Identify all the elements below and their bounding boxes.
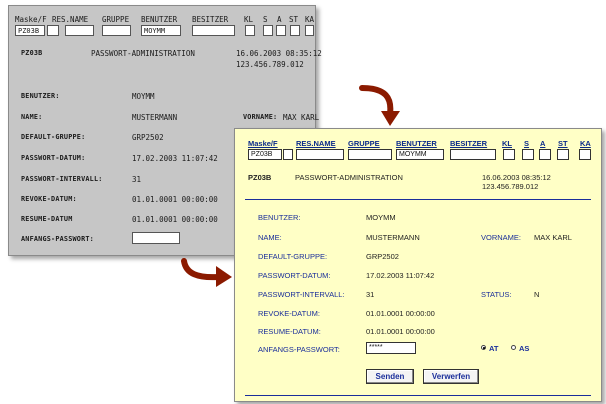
label-passwort-intervall: PASSWORT-INTERVALL: (258, 290, 345, 299)
radio-as-label: AS (519, 344, 530, 353)
header-label-s: S (524, 139, 530, 148)
ka-input[interactable] (305, 25, 314, 36)
label-revoke-datum: REVOKE-DATUM: (258, 309, 320, 318)
label-passwort-datum: PASSWORT-DATUM: (21, 154, 86, 162)
value-default-gruppe: GRP2502 (132, 133, 164, 142)
s-input[interactable] (263, 25, 273, 36)
divider (245, 199, 591, 200)
header-label-benutzer: BENUTZER (141, 15, 178, 24)
benutzer-input[interactable]: MOYMM (396, 149, 444, 160)
value-benutzer: MOYMM (366, 213, 396, 222)
header-label-gruppe: GRUPPE (102, 15, 130, 24)
besitzer-input[interactable] (450, 149, 496, 160)
label-default-gruppe: DEFAULT-GRUPPE: (258, 252, 328, 261)
value-revoke-datum: 01.01.0001 00:00:00 (366, 309, 435, 318)
radio-as[interactable] (511, 345, 516, 350)
a-input[interactable] (276, 25, 286, 36)
value-vorname: MAX KARL (534, 233, 572, 242)
value-vorname: MAX KARL (283, 113, 320, 122)
datetime: 16.06.2003 08:35:12 (236, 49, 322, 58)
web-screen: Maske/F RES.NAME GRUPPE BENUTZER BESITZE… (234, 128, 602, 402)
label-benutzer: BENUTZER: (258, 213, 301, 222)
st-input[interactable] (290, 25, 300, 36)
label-default-gruppe: DEFAULT-GRUPPE: (21, 133, 86, 141)
header-label-benutzer: BENUTZER (396, 139, 437, 148)
value-passwort-intervall: 31 (366, 290, 375, 299)
label-revoke-datum: REVOKE-DATUM: (21, 195, 77, 203)
value-passwort-intervall: 31 (132, 175, 142, 184)
radio-at-label: AT (489, 344, 499, 353)
send-button[interactable]: Senden (366, 369, 414, 384)
label-anfangs-passwort: ANFANGS-PASSWORT: (21, 235, 94, 243)
screen-title: PASSWORT-ADMINISTRATION (91, 49, 195, 58)
radio-at[interactable] (481, 345, 486, 350)
value-revoke-datum: 01.01.0001 00:00:00 (132, 195, 218, 204)
maske-f-input[interactable] (47, 25, 59, 36)
ip-address: 123.456.789.012 (482, 182, 539, 191)
header-label-besitzer: BESITZER (450, 139, 488, 148)
header-label-st: ST (289, 15, 299, 24)
header-label-s: S (263, 15, 268, 24)
mask-code: PZ03B (248, 173, 272, 182)
label-vorname: VORNAME: (243, 113, 278, 121)
datetime: 16.06.2003 08:35:12 (482, 173, 551, 182)
resname-input[interactable] (296, 149, 344, 160)
header-label-gruppe: GRUPPE (348, 139, 380, 148)
value-passwort-datum: 17.02.2003 11:07:42 (366, 271, 435, 280)
ip-address: 123.456.789.012 (236, 60, 304, 69)
maske-input[interactable]: PZ03B (15, 25, 45, 36)
header-label-kl: KL (244, 15, 254, 24)
discard-button[interactable]: Verwerfen (423, 369, 479, 384)
label-status: STATUS: (481, 290, 512, 299)
besitzer-input[interactable] (192, 25, 235, 36)
header-label-resname: RES.NAME (52, 15, 89, 24)
value-status: N (534, 290, 540, 299)
label-name: NAME: (21, 113, 43, 121)
header-label-st: ST (558, 139, 568, 148)
resname-input[interactable] (65, 25, 94, 36)
mask-code: PZ03B (21, 49, 43, 57)
value-resume-datum: 01.01.0001 00:00:00 (132, 215, 218, 224)
kl-input[interactable] (245, 25, 255, 36)
header-label-resname: RES.NAME (296, 139, 336, 148)
label-anfangs-passwort: ANFANGS-PASSWORT: (258, 345, 340, 354)
header-label-ka: KA (305, 15, 315, 24)
screen-title: PASSWORT-ADMINISTRATION (295, 173, 403, 182)
value-resume-datum: 01.01.0001 00:00:00 (366, 327, 435, 336)
gruppe-input[interactable] (102, 25, 131, 36)
label-passwort-intervall: PASSWORT-INTERVALL: (21, 175, 103, 183)
maske-f-input[interactable] (283, 149, 293, 160)
header-label-a: A (277, 15, 282, 24)
label-passwort-datum: PASSWORT-DATUM: (258, 271, 331, 280)
value-name: MUSTERMANN (132, 113, 178, 122)
label-vorname: VORNAME: (481, 233, 522, 242)
s-input[interactable] (522, 149, 534, 160)
header-label-a: A (540, 139, 546, 148)
arrow-down-icon (359, 85, 400, 126)
label-resume-datum: RESUME-DATUM: (258, 327, 321, 336)
label-benutzer: BENUTZER: (21, 92, 60, 100)
anfangs-passwort-input[interactable] (132, 232, 180, 244)
ka-input[interactable] (579, 149, 591, 160)
value-benutzer: MOYMM (132, 92, 155, 101)
label-name: NAME: (258, 233, 282, 242)
header-label-kl: KL (502, 139, 512, 148)
divider-bottom (245, 395, 591, 396)
maske-input[interactable]: PZ03B (248, 149, 282, 160)
header-label-maske: Maske/F (248, 139, 278, 148)
kl-input[interactable] (503, 149, 515, 160)
gruppe-input[interactable] (348, 149, 392, 160)
benutzer-input[interactable]: MOYMM (141, 25, 181, 36)
value-default-gruppe: GRP2502 (366, 252, 399, 261)
arrow-right-icon (181, 258, 232, 287)
st-input[interactable] (557, 149, 569, 160)
header-label-besitzer: BESITZER (192, 15, 229, 24)
anfangs-passwort-input[interactable]: ***** (366, 342, 416, 354)
label-resume-datum: RESUME-DATUM (21, 215, 73, 223)
value-passwort-datum: 17.02.2003 11:07:42 (132, 154, 218, 163)
header-label-ka: KA (580, 139, 591, 148)
header-label-maske: Maske/F (15, 15, 47, 24)
a-input[interactable] (539, 149, 551, 160)
value-name: MUSTERMANN (366, 233, 420, 242)
